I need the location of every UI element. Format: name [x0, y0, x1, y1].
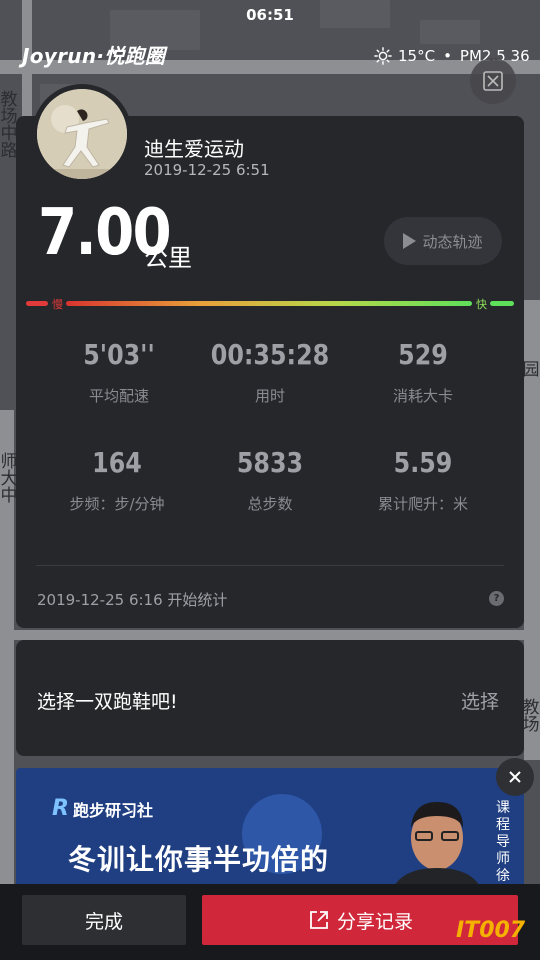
ad-brand-logo-icon: R — [52, 796, 69, 821]
ad-headline: 冬训让你事半功倍的 — [68, 843, 330, 876]
share-record-label: 分享记录 — [336, 910, 413, 933]
speed-slow-label: 慢 — [52, 298, 63, 311]
ad-close-button[interactable] — [496, 758, 534, 796]
ad-brand-name: 跑步研习社 — [72, 800, 153, 820]
map-toggle-button[interactable] — [470, 58, 516, 104]
ad-presenter-photo — [392, 802, 482, 890]
app-logo: Joyrun·悦跑圈 — [22, 44, 166, 68]
speed-gradient-bar — [26, 301, 514, 306]
screen: 教场中路 师大中 园 教场 06:51 Joyrun·悦跑圈 15°C • PM… — [0, 0, 540, 960]
stat-value: 5'03'' — [83, 338, 155, 371]
map-road — [0, 630, 540, 640]
help-icon[interactable]: ? — [489, 591, 504, 606]
stat-duration: 00:35:28 用时 — [185, 338, 355, 406]
stat-value: 529 — [398, 338, 448, 371]
stat-steps: 5833 总步数 — [185, 446, 355, 514]
stat-label: 消耗大卡 — [392, 387, 453, 405]
avatar[interactable] — [32, 84, 132, 184]
speed-slow-segment — [26, 301, 48, 306]
status-time: 06:51 — [246, 6, 294, 24]
start-time-text: 2019-12-25 6:16 开始统计 — [37, 591, 228, 609]
close-icon — [509, 771, 521, 783]
map-label: 园 — [522, 360, 540, 380]
avatar-illustration — [37, 89, 127, 179]
separator-dot: • — [443, 47, 452, 65]
speed-gradient — [66, 301, 472, 306]
stat-value: 5833 — [236, 446, 304, 479]
shoe-prompt: 选择一双跑鞋吧! — [37, 691, 178, 713]
done-button[interactable]: 完成 — [22, 895, 186, 945]
distance-unit: 公里 — [144, 244, 192, 272]
track-replay-button[interactable]: 动态轨迹 — [384, 217, 502, 265]
ad-side-text: 课程导师 徐 — [496, 800, 510, 884]
stat-calories: 529 消耗大卡 — [338, 338, 508, 406]
avatar-image — [37, 89, 127, 179]
activity-datetime: 2019-12-25 6:51 — [144, 161, 270, 179]
stat-pace: 5'03'' 平均配速 — [34, 338, 204, 406]
share-icon — [310, 911, 328, 929]
stat-elevation: 5.59 累计爬升：米 — [338, 446, 508, 514]
stat-cadence: 164 步频：步/分钟 — [32, 446, 202, 514]
temperature: 15°C — [398, 47, 436, 65]
speed-fast-label: 快 — [476, 298, 487, 311]
stat-value: 164 — [92, 446, 142, 479]
username: 迪生爱运动 — [144, 137, 244, 161]
stat-label: 总步数 — [247, 495, 293, 513]
watermark: IT007 — [456, 918, 526, 943]
map-label: 教场 — [522, 698, 540, 735]
card-divider — [36, 565, 504, 566]
map-toggle-icon — [483, 71, 503, 91]
stat-label: 用时 — [254, 387, 285, 405]
speed-fast-segment — [490, 301, 514, 306]
stat-value: 00:35:28 — [210, 338, 330, 371]
track-replay-label: 动态轨迹 — [422, 232, 483, 251]
shoe-select-button[interactable]: 选择 — [461, 687, 499, 714]
stat-value: 5.59 — [393, 446, 453, 479]
stat-label: 平均配速 — [88, 387, 149, 405]
stat-label: 步频：步/分钟 — [69, 495, 165, 513]
play-icon — [403, 233, 417, 249]
ad-brand: R 跑步研习社 — [52, 796, 153, 821]
stat-label: 累计爬升：米 — [377, 495, 468, 513]
sun-icon — [374, 47, 392, 65]
